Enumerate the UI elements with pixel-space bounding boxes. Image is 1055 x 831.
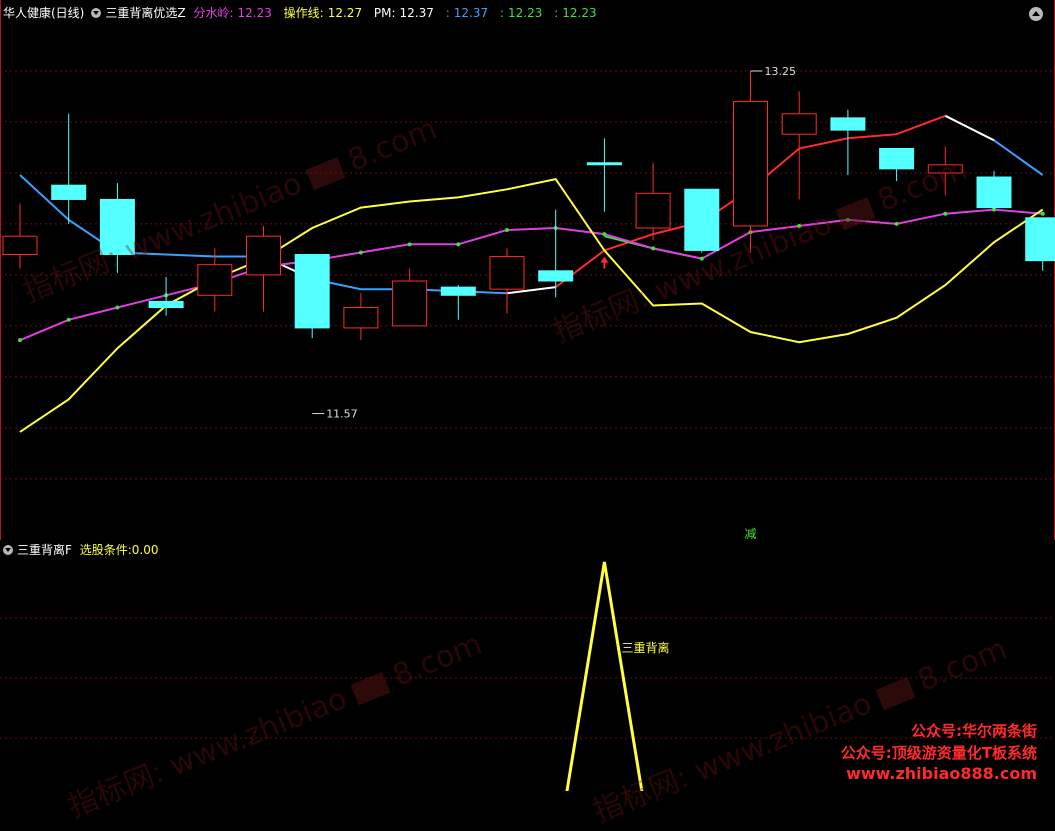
legend-value: 12.27 [327, 6, 363, 20]
divergence-label: 三重背离 [621, 640, 669, 655]
legend-label: : [499, 6, 505, 20]
legend-label: 分水岭: [193, 6, 234, 20]
stock-name[interactable]: 华人健康(日线) [3, 6, 84, 20]
sub-legend-value: 0.00 [131, 543, 159, 557]
legend-value: 12.37 [453, 6, 489, 20]
legend-item: :12.37 [446, 6, 492, 20]
legend-item: 操作线: 12.27 [284, 6, 366, 20]
sub-indicator-name[interactable]: 三重背离F [17, 543, 72, 557]
legend-value: 12.23 [237, 6, 272, 20]
legend-item: PM: 12.37 [374, 6, 438, 20]
legend-label: PM: [373, 6, 396, 20]
legend-item: :12.23 [554, 6, 600, 20]
promo-line: 公众号:华尔两条街 [911, 722, 1037, 740]
promo-line: www.zhibiao888.com [846, 764, 1037, 783]
legend-value: 12.23 [562, 6, 597, 20]
legend-value: 12.37 [399, 6, 434, 20]
legend-label: 操作线: [283, 6, 324, 20]
main-header: 华人健康(日线) 三重背离优选Z 分水岭: 12.23 操作线: 12.27 PM: 1… [0, 4, 605, 22]
legend-value: 12.23 [508, 6, 543, 20]
collapse-icon[interactable] [1029, 7, 1043, 21]
sub-lines: 三重背离 [565, 561, 669, 791]
legend-label: : [554, 6, 559, 20]
promo-line: 公众号:顶级游资量化T板系统 [840, 744, 1037, 762]
sub-legend-label: 选股条件: [79, 543, 132, 557]
legend-item: :12.23 [500, 6, 546, 20]
divergence-signal-line [565, 561, 644, 791]
dropdown-icon[interactable] [3, 545, 13, 555]
dropdown-icon[interactable] [91, 8, 102, 18]
sub-header: 三重背离F 选股条件:0.00 [0, 541, 163, 559]
legend-item: 分水岭: 12.23 [193, 6, 275, 20]
indicator-name[interactable]: 三重背离优选Z [105, 6, 185, 20]
legend-label: : [445, 6, 450, 20]
